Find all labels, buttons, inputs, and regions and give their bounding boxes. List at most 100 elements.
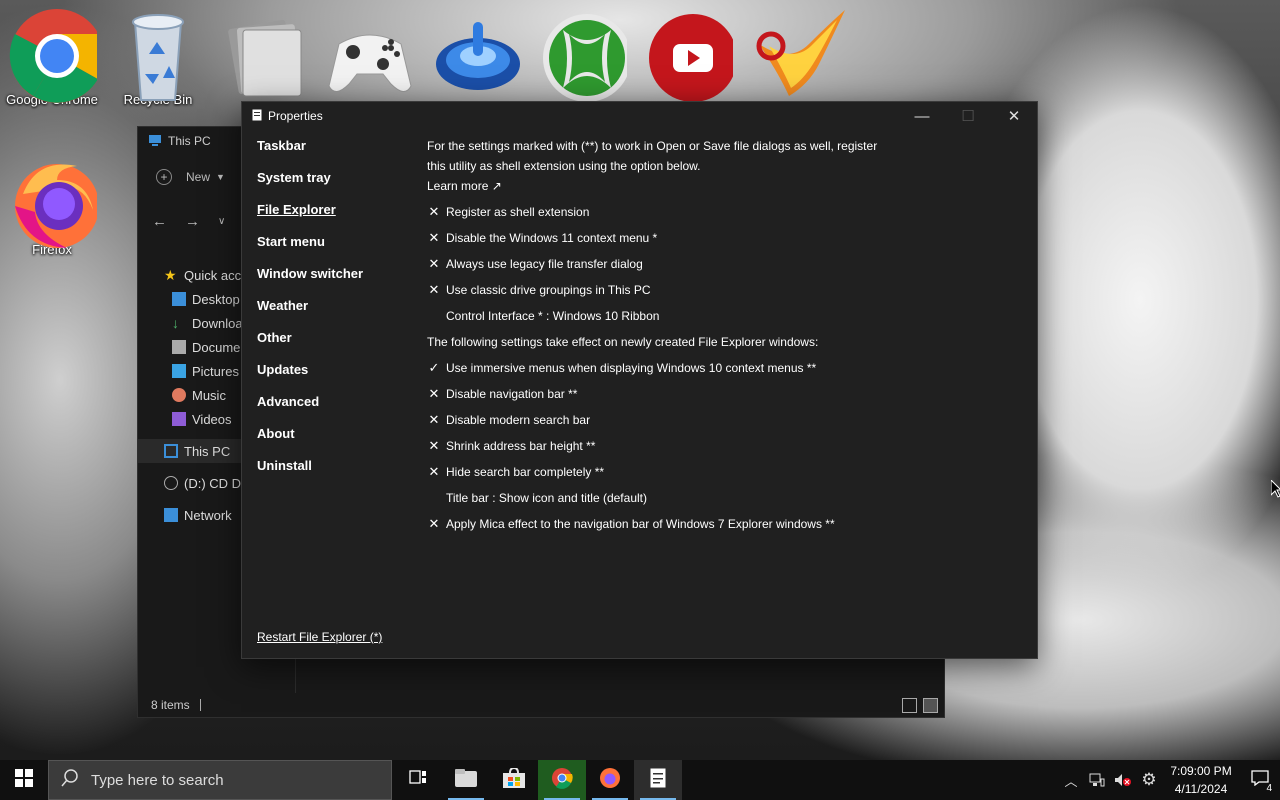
large-icons-view-icon[interactable] bbox=[923, 698, 938, 713]
chevron-up-icon[interactable]: ︿ bbox=[1058, 760, 1084, 800]
desktop-icon-xbox-controller[interactable] bbox=[320, 0, 420, 94]
minimize-button[interactable]: — bbox=[899, 102, 945, 130]
sidebar-item-window-switcher[interactable]: Window switcher bbox=[257, 260, 417, 292]
sidebar-item-advanced[interactable]: Advanced bbox=[257, 388, 417, 420]
chevron-down-icon: ▼ bbox=[216, 172, 225, 182]
sidebar-item-file-explorer[interactable]: File Explorer bbox=[257, 196, 417, 228]
computer-icon bbox=[164, 444, 178, 458]
volume-muted-icon[interactable] bbox=[1110, 760, 1136, 800]
task-view-button[interactable] bbox=[394, 760, 442, 800]
recycle-bin-icon bbox=[113, 4, 203, 101]
desktop-icon-firefox[interactable]: Firefox bbox=[2, 150, 102, 257]
item-count: 8 items bbox=[151, 698, 190, 712]
details-view-icon[interactable] bbox=[902, 698, 917, 713]
taskbar-properties[interactable] bbox=[634, 760, 682, 800]
option-legacy-file-transfer-dialog[interactable]: ✕ Always use legacy file transfer dialog bbox=[427, 251, 887, 277]
learn-more-link[interactable]: Learn more ↗ bbox=[427, 176, 887, 196]
search-icon bbox=[61, 769, 79, 791]
option-immersive-menus[interactable]: ✓ Use immersive menus when displaying Wi… bbox=[427, 355, 887, 381]
desktop-icon-power-app[interactable] bbox=[426, 0, 526, 94]
restart-file-explorer-link[interactable]: Restart File Explorer (*) bbox=[257, 630, 382, 644]
maximize-button[interactable]: ☐ bbox=[945, 102, 991, 130]
explorer-statusbar: 8 items bbox=[138, 693, 944, 717]
option-label: Disable the Windows 11 context menu * bbox=[446, 231, 658, 245]
option-state-icon: ✕ bbox=[428, 412, 440, 427]
properties-sidebar: Taskbar System tray File Explorer Start … bbox=[257, 132, 417, 484]
clock[interactable]: 7:09:00 PM 4/11/2024 bbox=[1162, 762, 1240, 798]
desktop-icon-chrome[interactable]: Google Chrome bbox=[2, 0, 105, 107]
desktop-icon-folder[interactable] bbox=[214, 0, 314, 97]
option-title-bar[interactable]: Title bar : Show icon and title (default… bbox=[427, 485, 887, 511]
youtube-icon bbox=[643, 4, 737, 102]
sidebar-item-taskbar[interactable]: Taskbar bbox=[257, 132, 417, 164]
option-label: Always use legacy file transfer dialog bbox=[446, 257, 643, 271]
sidebar-item-other[interactable]: Other bbox=[257, 324, 417, 356]
sidebar-item-start-menu[interactable]: Start menu bbox=[257, 228, 417, 260]
taskbar-search-box[interactable]: Type here to search bbox=[48, 760, 392, 800]
recent-chevron-icon[interactable]: ∨ bbox=[218, 216, 225, 227]
desktop-icon-youtube[interactable] bbox=[638, 0, 738, 102]
desktop-icon-recycle-bin[interactable]: Recycle Bin bbox=[108, 0, 208, 107]
taskbar-file-explorer[interactable] bbox=[442, 760, 490, 800]
sidebar-item-uninstall[interactable]: Uninstall bbox=[257, 452, 417, 484]
sidebar-item-system-tray[interactable]: System tray bbox=[257, 164, 417, 196]
option-mica-effect[interactable]: ✕ Apply Mica effect to the navigation ba… bbox=[427, 511, 887, 537]
clock-date: 4/11/2024 bbox=[1174, 782, 1228, 796]
option-hide-search-bar[interactable]: ✕ Hide search bar completely ** bbox=[427, 459, 887, 485]
network-icon[interactable] bbox=[1084, 760, 1110, 800]
close-button[interactable]: ✕ bbox=[991, 102, 1037, 130]
option-state-icon: ✕ bbox=[428, 282, 440, 297]
properties-title: Properties bbox=[268, 109, 323, 123]
download-icon: ↓ bbox=[172, 315, 179, 331]
option-label: Use classic drive groupings in This PC bbox=[446, 283, 651, 297]
notification-count-badge: 4 bbox=[1264, 783, 1274, 794]
sidebar-item-updates[interactable]: Updates bbox=[257, 356, 417, 388]
sidebar-item-weather[interactable]: Weather bbox=[257, 292, 417, 324]
option-label: Hide search bar completely ** bbox=[446, 465, 605, 479]
mouse-cursor-icon bbox=[1270, 478, 1280, 503]
option-state-icon: ✕ bbox=[428, 464, 440, 479]
forward-arrow-icon[interactable]: → bbox=[185, 213, 200, 230]
gamepad-icon bbox=[325, 4, 415, 94]
intro-text-2: this utility as shell extension using th… bbox=[427, 159, 701, 173]
system-tray: ︿ ⚙ 7:09:00 PM 4/11/2024 4 bbox=[1058, 760, 1280, 800]
taskbar-firefox[interactable] bbox=[586, 760, 634, 800]
option-shrink-address-bar[interactable]: ✕ Shrink address bar height ** bbox=[427, 433, 887, 459]
back-arrow-icon[interactable]: ← bbox=[152, 213, 167, 230]
gear-icon[interactable]: ⚙ bbox=[1136, 760, 1162, 800]
new-button[interactable]: New bbox=[186, 170, 210, 184]
task-view-icon bbox=[409, 769, 427, 791]
option-state-icon: ✕ bbox=[428, 386, 440, 401]
properties-app-icon bbox=[650, 768, 666, 793]
sidebar-item-about[interactable]: About bbox=[257, 420, 417, 452]
option-disable-win11-context-menu[interactable]: ✕ Disable the Windows 11 context menu * bbox=[427, 225, 887, 251]
pictures-icon bbox=[172, 364, 186, 378]
intro-text: For the settings marked with (**) to wor… bbox=[427, 139, 878, 153]
view-buttons bbox=[902, 698, 938, 713]
explorer-title: This PC bbox=[168, 134, 211, 148]
section-description: The following settings take effect on ne… bbox=[427, 335, 819, 349]
xbox-icon bbox=[537, 4, 631, 102]
action-center-button[interactable]: 4 bbox=[1240, 760, 1280, 800]
option-state-icon: ✕ bbox=[428, 204, 440, 219]
properties-window[interactable]: Properties — ☐ ✕ Taskbar System tray Fil… bbox=[241, 101, 1038, 659]
option-label: Control Interface * : Windows 10 Ribbon bbox=[446, 309, 660, 323]
firefox-icon bbox=[7, 154, 99, 248]
desktop-icon-xbox[interactable] bbox=[532, 0, 632, 102]
chrome-icon bbox=[551, 767, 573, 794]
taskbar: Type here to search ︿ ⚙ 7:09:00 PM 4/11/… bbox=[0, 760, 1280, 800]
option-disable-modern-search-bar[interactable]: ✕ Disable modern search bar bbox=[427, 407, 887, 433]
option-label: Apply Mica effect to the navigation bar … bbox=[446, 517, 835, 531]
option-control-interface[interactable]: Control Interface * : Windows 10 Ribbon bbox=[427, 303, 887, 329]
taskbar-chrome[interactable] bbox=[538, 760, 586, 800]
clock-time: 7:09:00 PM bbox=[1170, 764, 1232, 778]
desktop-icon bbox=[172, 292, 186, 306]
properties-titlebar[interactable]: Properties — ☐ ✕ bbox=[242, 102, 1037, 130]
option-disable-navigation-bar[interactable]: ✕ Disable navigation bar ** bbox=[427, 381, 887, 407]
desktop-icon-phoenix[interactable] bbox=[744, 0, 845, 96]
taskbar-store[interactable] bbox=[490, 760, 538, 800]
option-label: Use immersive menus when displaying Wind… bbox=[446, 361, 817, 375]
option-register-shell-extension[interactable]: ✕ Register as shell extension bbox=[427, 199, 887, 225]
start-button[interactable] bbox=[0, 760, 48, 800]
option-classic-drive-groupings[interactable]: ✕ Use classic drive groupings in This PC bbox=[427, 277, 887, 303]
